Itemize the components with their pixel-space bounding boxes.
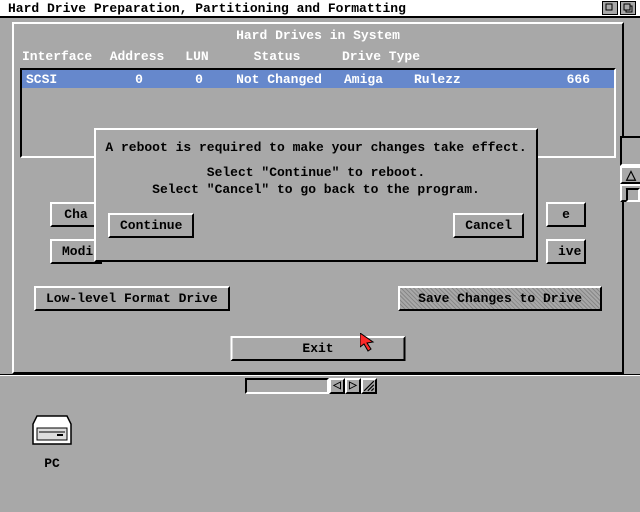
col-lun: LUN (172, 49, 222, 64)
scroll-track[interactable] (620, 136, 640, 166)
row-type2: Rulezz (414, 72, 524, 87)
col-drivetype: Drive Type (332, 49, 614, 64)
pc-icon-label: PC (28, 456, 76, 471)
right-button-1[interactable]: e (546, 202, 586, 227)
save-changes-button[interactable]: Save Changes to Drive (398, 286, 602, 311)
dialog-line3: Select "Cancel" to go back to the progra… (104, 182, 528, 199)
hscroll-right-icon[interactable]: ▷ (345, 378, 361, 394)
low-level-format-button[interactable]: Low-level Format Drive (34, 286, 230, 311)
column-headers: Interface Address LUN Status Drive Type (14, 47, 622, 66)
disk-drive-icon (28, 408, 76, 452)
row-lun: 0 (174, 72, 224, 87)
col-address: Address (102, 49, 172, 64)
continue-button[interactable]: Continue (108, 213, 194, 238)
cancel-button[interactable]: Cancel (453, 213, 524, 238)
dialog-line2: Select "Continue" to reboot. (104, 165, 528, 182)
row-address: 0 (104, 72, 174, 87)
pc-disk-icon[interactable]: PC (28, 408, 76, 471)
scroll-up-icon[interactable]: △ (620, 166, 640, 184)
size-gadget-icon[interactable] (361, 378, 377, 394)
list-heading: Hard Drives in System (14, 24, 622, 47)
hscroll-left-icon[interactable]: ◁ (329, 378, 345, 394)
drive-row[interactable]: SCSI 0 0 Not Changed Amiga Rulezz 666 (22, 70, 614, 88)
window-title: Hard Drive Preparation, Partitioning and… (8, 1, 406, 16)
row-num: 666 (524, 72, 610, 87)
screen-depth-gadget-icon[interactable] (626, 188, 640, 202)
row-interface: SCSI (26, 72, 104, 87)
dialog-line1: A reboot is required to make your change… (104, 140, 528, 157)
horizontal-scrollbar[interactable]: ◁ ▷ (245, 378, 377, 394)
row-status: Not Changed (224, 72, 334, 87)
window-titlebar[interactable]: Hard Drive Preparation, Partitioning and… (0, 0, 640, 18)
col-interface: Interface (22, 49, 102, 64)
mouse-pointer-icon (360, 333, 382, 359)
reboot-dialog: A reboot is required to make your change… (94, 128, 538, 262)
right-button-2[interactable]: ive (546, 239, 586, 264)
row-type1: Amiga (334, 72, 414, 87)
hscroll-track[interactable] (245, 378, 329, 394)
col-status: Status (222, 49, 332, 64)
depth-gadget-front-icon[interactable] (620, 1, 636, 15)
window-bottom-border (0, 374, 640, 376)
depth-gadget-back-icon[interactable] (602, 1, 618, 15)
